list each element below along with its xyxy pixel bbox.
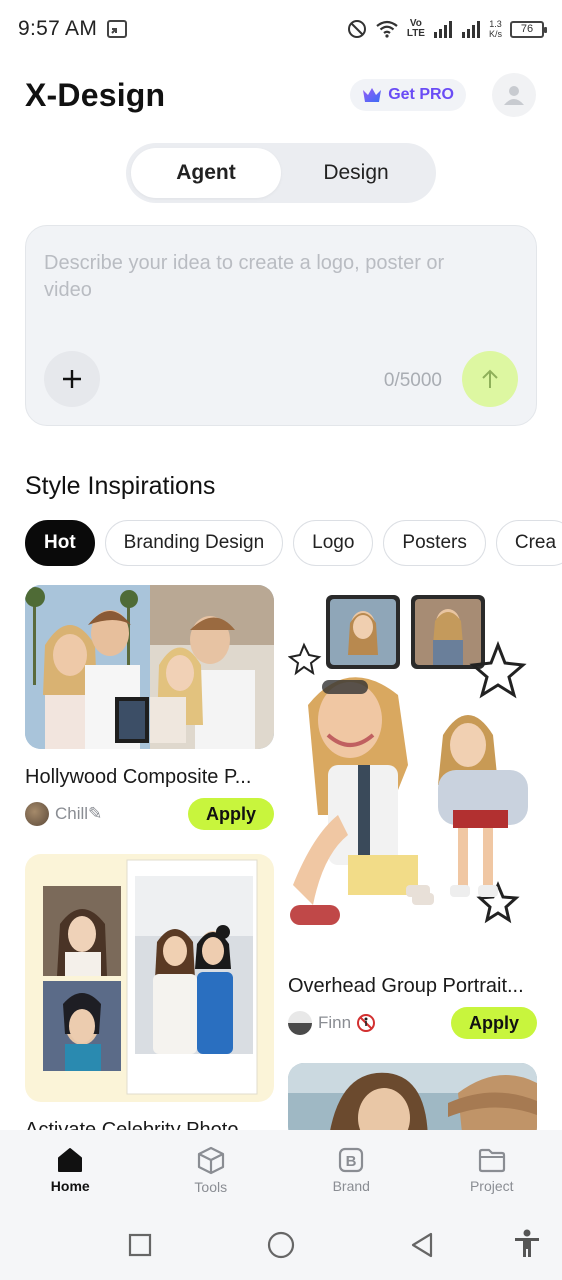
- accessibility-icon: [515, 1229, 539, 1257]
- nav-brand[interactable]: B Brand: [281, 1130, 422, 1210]
- prompt-box[interactable]: Describe your idea to create a logo, pos…: [25, 225, 537, 426]
- card-overhead-author[interactable]: Finn: [288, 1011, 376, 1035]
- back-triangle-icon: [411, 1232, 433, 1258]
- recents-button[interactable]: [128, 1233, 152, 1262]
- chip-branding-design[interactable]: Branding Design: [104, 520, 284, 566]
- card-celebrity-image[interactable]: [25, 854, 274, 1102]
- dnd-icon: [347, 20, 366, 38]
- tab-design[interactable]: Design: [281, 148, 431, 198]
- status-bar: 9:57 AM Vo LTE 1.3 K/s 76: [0, 0, 562, 58]
- overhead-portrait-photo: [288, 585, 537, 955]
- send-button[interactable]: [462, 351, 518, 407]
- author-avatar: [288, 1011, 312, 1035]
- user-icon: [504, 86, 524, 105]
- recents-square-icon: [128, 1233, 152, 1257]
- card-overhead-image[interactable]: [288, 585, 537, 955]
- tab-agent[interactable]: Agent: [131, 148, 281, 198]
- plus-icon: [63, 370, 81, 388]
- brand-b-icon: B: [339, 1147, 364, 1173]
- folder-icon: [478, 1148, 505, 1173]
- prompt-input[interactable]: Describe your idea to create a logo, pos…: [44, 250, 496, 304]
- crown-icon: [363, 88, 382, 102]
- category-chips: Hot Branding Design Logo Posters Crea: [25, 520, 562, 566]
- mode-switch: Agent Design: [126, 143, 436, 203]
- nav-brand-label: Brand: [332, 1178, 370, 1194]
- style-inspirations-title: Style Inspirations: [25, 472, 216, 500]
- chip-logo[interactable]: Logo: [293, 520, 374, 566]
- status-time: 9:57 AM: [18, 17, 98, 40]
- card-hollywood-title[interactable]: Hollywood Composite P...: [25, 766, 275, 789]
- home-circle-icon: [267, 1231, 295, 1259]
- accessibility-button[interactable]: [513, 1229, 541, 1264]
- signal-icon-2: [461, 21, 480, 38]
- card-hollywood-image[interactable]: [25, 585, 274, 749]
- arrow-up-icon: [482, 369, 498, 388]
- battery-level: 76: [520, 23, 534, 35]
- card-overhead-title[interactable]: Overhead Group Portrait...: [288, 975, 538, 998]
- celebrity-photo: [25, 854, 274, 1102]
- author-name: Chill✎: [55, 804, 103, 823]
- app-title: X-Design: [25, 76, 166, 113]
- back-button[interactable]: [409, 1231, 435, 1264]
- author-name: Finn: [318, 1013, 352, 1032]
- battery-icon: 76: [510, 20, 547, 38]
- nav-project[interactable]: Project: [422, 1130, 562, 1210]
- system-nav-bar: [0, 1210, 562, 1280]
- get-pro-button[interactable]: Get PRO: [350, 79, 466, 111]
- get-pro-label: Get PRO: [388, 86, 454, 103]
- cube-icon: [197, 1146, 224, 1175]
- chip-posters[interactable]: Posters: [383, 520, 486, 566]
- char-counter: 0/5000: [383, 370, 442, 391]
- chip-hot[interactable]: Hot: [25, 520, 95, 566]
- wifi-icon: [376, 20, 398, 38]
- nav-project-label: Project: [469, 1178, 514, 1194]
- no-walking-icon: [357, 1014, 376, 1032]
- apply-button-hollywood[interactable]: Apply: [188, 798, 274, 830]
- hollywood-photo: [25, 585, 274, 749]
- bottom-nav: Home Tools B Brand Project: [0, 1130, 562, 1210]
- signal-icon: [433, 21, 452, 38]
- nav-tools[interactable]: Tools: [141, 1130, 282, 1210]
- home-system-button[interactable]: [267, 1231, 295, 1264]
- svg-text:B: B: [346, 1153, 357, 1170]
- apply-button-overhead[interactable]: Apply: [451, 1007, 537, 1039]
- home-icon: [58, 1148, 83, 1172]
- author-avatar: [25, 802, 49, 826]
- nav-home[interactable]: Home: [0, 1130, 141, 1210]
- screen-cast-icon: [107, 20, 128, 38]
- nav-home-label: Home: [50, 1178, 90, 1194]
- chip-crea[interactable]: Crea: [495, 520, 562, 566]
- profile-avatar-button[interactable]: [492, 73, 536, 117]
- app-header: X-Design Get PRO: [25, 66, 536, 124]
- volte-indicator: Vo LTE: [406, 18, 425, 39]
- network-speed: 1.3 K/s: [488, 19, 502, 39]
- nav-tools-label: Tools: [194, 1179, 228, 1195]
- card-hollywood-author[interactable]: Chill✎: [25, 802, 102, 826]
- add-attachment-button[interactable]: [44, 351, 100, 407]
